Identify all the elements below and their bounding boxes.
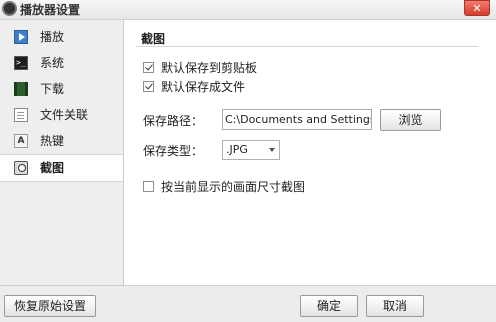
sidebar-item-system[interactable]: 系统 — [0, 50, 123, 76]
sidebar-item-screenshot[interactable]: 截图 — [0, 154, 123, 182]
play-icon — [14, 30, 28, 44]
sidebar-item-label: 播放 — [40, 30, 65, 44]
browse-button[interactable]: 浏览 — [380, 109, 441, 131]
section-divider — [136, 46, 478, 47]
capture-current-size-checkbox[interactable] — [143, 181, 154, 192]
close-button[interactable]: ✕ — [464, 0, 490, 16]
hotkey-icon: A — [14, 134, 28, 148]
sidebar-item-label: 热键 — [40, 134, 65, 148]
capture-current-size-label: 按当前显示的画面尺寸截图 — [161, 180, 306, 194]
copy-to-clipboard-checkbox[interactable] — [143, 62, 154, 73]
window-title: 播放器设置 — [20, 3, 81, 17]
sidebar-item-label: 文件关联 — [40, 108, 89, 122]
section-title: 截图 — [141, 32, 166, 46]
save-path-label: 保存路径： — [143, 114, 204, 128]
copy-to-clipboard-label: 默认保存到剪贴板 — [161, 61, 258, 75]
save-type-label: 保存类型： — [143, 144, 204, 158]
system-icon — [14, 50, 28, 76]
sidebar-item-hotkey[interactable]: A 热键 — [0, 128, 123, 154]
sidebar-item-label: 系统 — [40, 56, 65, 70]
title-bar: 播放器设置 ✕ — [0, 0, 496, 20]
download-icon — [14, 82, 28, 96]
sidebar-item-file-association[interactable]: 文件关联 — [0, 102, 123, 128]
sidebar-item-play[interactable]: 播放 — [0, 24, 123, 50]
restore-defaults-button[interactable]: 恢复原始设置 — [4, 295, 96, 317]
save-type-value: .JPG — [226, 143, 248, 156]
file-association-icon — [14, 108, 28, 122]
dialog-footer: 恢复原始设置 确定 取消 — [0, 285, 496, 322]
settings-sidebar: 播放 系统 下载 文件关联 A 热键 截图 — [0, 20, 124, 285]
sidebar-item-label: 下载 — [40, 82, 65, 96]
cancel-button[interactable]: 取消 — [366, 295, 424, 317]
chevron-down-icon — [269, 148, 275, 152]
sidebar-item-download[interactable]: 下载 — [0, 76, 123, 102]
screenshot-icon — [14, 161, 28, 175]
save-path-input[interactable]: C:\Documents and Settings\sh — [222, 109, 372, 130]
save-to-file-checkbox[interactable] — [143, 81, 154, 92]
save-type-select[interactable]: .JPG — [222, 140, 280, 160]
app-logo-icon — [2, 1, 17, 16]
ok-button[interactable]: 确定 — [300, 295, 358, 317]
sidebar-item-label: 截图 — [40, 161, 65, 175]
save-to-file-label: 默认保存成文件 — [161, 80, 246, 94]
screenshot-settings-panel: 截图 默认保存到剪贴板 默认保存成文件 保存路径： C:\Documents a… — [124, 20, 496, 285]
